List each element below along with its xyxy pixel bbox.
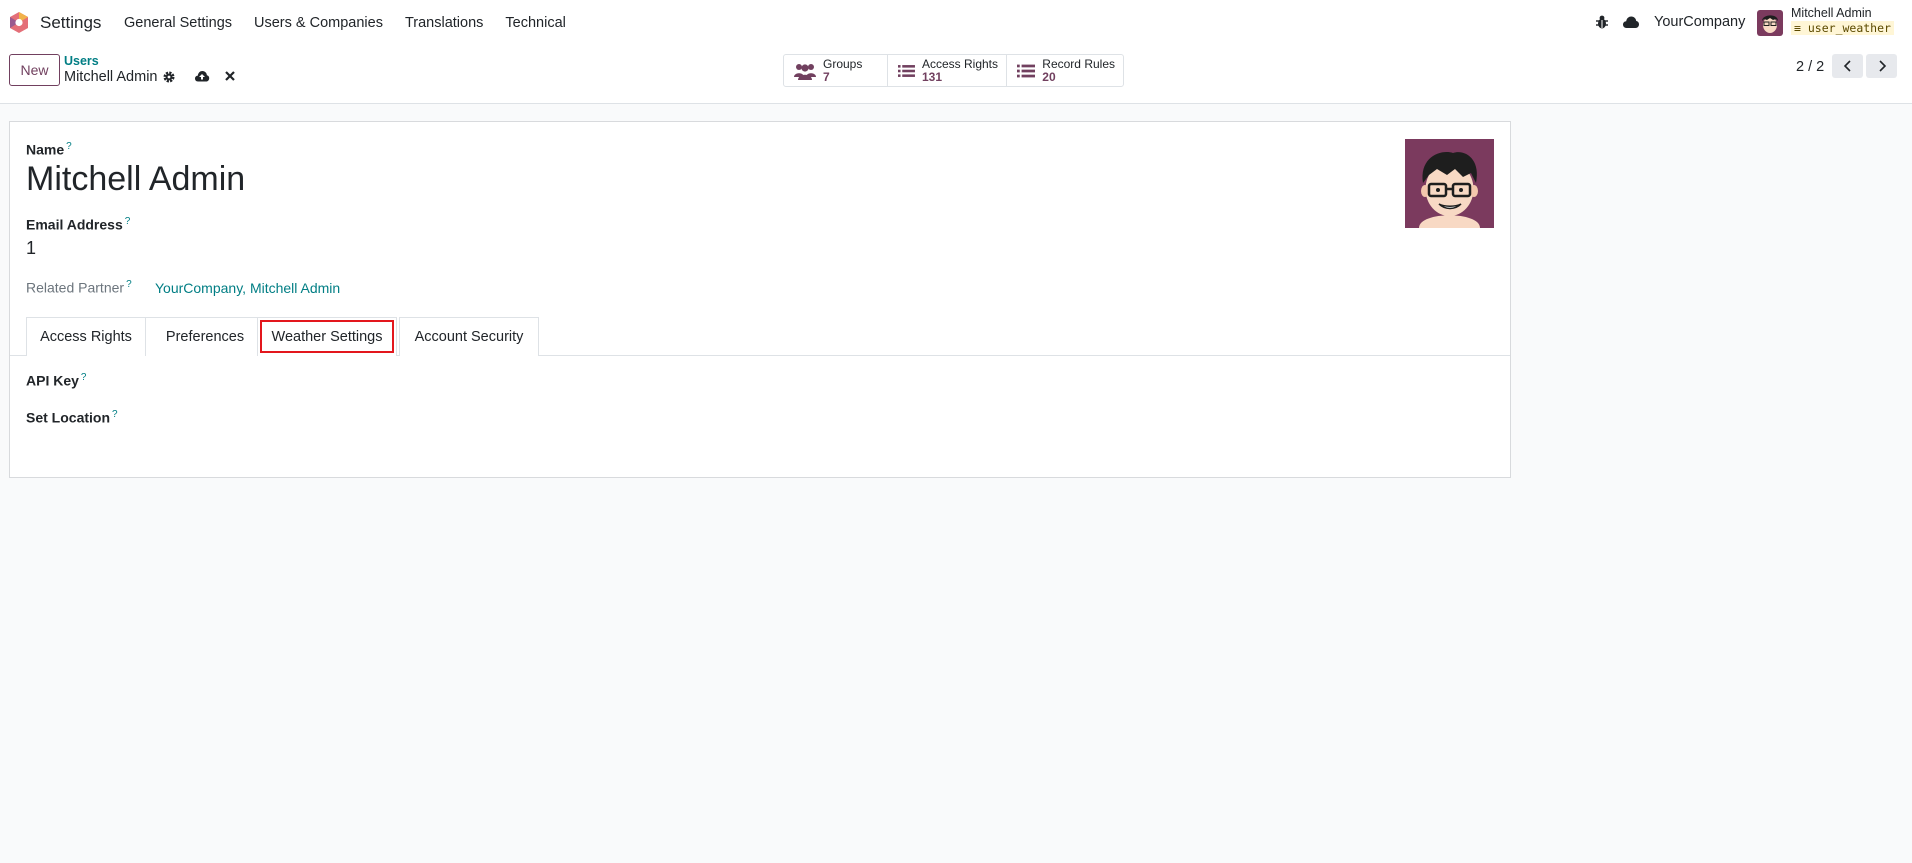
chevron-left-icon	[1843, 60, 1851, 72]
user-photo[interactable]	[1405, 139, 1494, 228]
access-rights-count: 131	[921, 69, 942, 84]
smart-buttons: Groups 7 Access Rights 131 Record Rules …	[783, 54, 1124, 87]
bug-icon[interactable]	[1594, 14, 1610, 30]
company-switcher[interactable]: YourCompany	[1654, 14, 1745, 30]
api-key-label: API Key?	[26, 372, 87, 389]
avatar-icon	[1757, 10, 1783, 36]
database-name: user_weather	[1807, 21, 1891, 35]
avatar-icon	[1405, 139, 1494, 228]
record-rules-label: Record Rules	[1042, 56, 1115, 71]
app-name[interactable]: Settings	[40, 13, 101, 33]
notebook-tabs: Access Rights Preferences Weather Settin…	[10, 317, 1510, 356]
menu-technical[interactable]: Technical	[505, 15, 565, 31]
form-sheet: Name? Mitchell Admin Email Address? 1 Re…	[9, 121, 1511, 478]
name-label: Name?	[26, 141, 72, 158]
menu-general-settings[interactable]: General Settings	[124, 15, 232, 31]
record-rules-stat-button[interactable]: Record Rules 20	[1007, 55, 1123, 86]
name-help-icon[interactable]: ?	[66, 141, 72, 152]
new-button[interactable]: New	[9, 54, 60, 86]
email-label: Email Address?	[26, 216, 131, 233]
tab-preferences[interactable]: Preferences	[145, 317, 265, 356]
api-key-help-icon[interactable]: ?	[81, 372, 87, 383]
chevron-right-icon	[1878, 60, 1886, 72]
pager-previous-button[interactable]	[1832, 54, 1863, 78]
database-icon: ≡	[1794, 21, 1801, 35]
access-rights-stat-button[interactable]: Access Rights 131	[888, 55, 1007, 86]
gear-icon[interactable]	[162, 70, 176, 84]
breadcrumb-current: Mitchell Admin	[64, 69, 158, 85]
related-partner-link[interactable]: YourCompany, Mitchell Admin	[155, 280, 340, 296]
related-partner-label: Related Partner?	[26, 279, 132, 296]
groups-stat-button[interactable]: Groups 7	[784, 55, 888, 86]
user-avatar[interactable]	[1757, 10, 1783, 36]
main-menu: General Settings Users & Companies Trans…	[124, 15, 588, 31]
save-cloud-icon[interactable]	[194, 69, 210, 83]
pager-next-button[interactable]	[1866, 54, 1897, 78]
tab-account-security[interactable]: Account Security	[399, 317, 539, 356]
set-location-help-icon[interactable]: ?	[112, 409, 118, 420]
email-field[interactable]: 1	[26, 238, 36, 259]
users-icon	[794, 63, 816, 80]
app-logo-icon[interactable]	[9, 12, 29, 34]
record-rules-count: 20	[1042, 69, 1056, 84]
top-navbar: Settings General Settings Users & Compan…	[0, 0, 1912, 46]
pager-value[interactable]: 2 / 2	[1796, 59, 1824, 75]
access-rights-label: Access Rights	[921, 56, 998, 71]
menu-translations[interactable]: Translations	[405, 15, 483, 31]
list-icon	[898, 64, 915, 77]
groups-label: Groups	[823, 56, 863, 71]
groups-count: 7	[823, 69, 830, 84]
name-field[interactable]: Mitchell Admin	[26, 160, 245, 199]
breadcrumb-users[interactable]: Users	[64, 54, 99, 68]
set-location-label: Set Location?	[26, 409, 118, 426]
email-help-icon[interactable]: ?	[125, 216, 131, 227]
cloud-icon[interactable]	[1622, 15, 1640, 29]
tab-weather-settings[interactable]: Weather Settings	[257, 317, 397, 356]
user-name[interactable]: Mitchell Admin	[1791, 6, 1872, 20]
partner-help-icon[interactable]: ?	[126, 279, 132, 290]
menu-users-companies[interactable]: Users & Companies	[254, 15, 383, 31]
database-badge: ≡ user_weather	[1791, 21, 1894, 35]
list-icon	[1017, 64, 1036, 77]
discard-icon[interactable]	[224, 70, 236, 82]
tab-access-rights[interactable]: Access Rights	[26, 317, 146, 356]
control-panel: New Users Mitchell Admin Groups 7 Access…	[0, 46, 1912, 104]
